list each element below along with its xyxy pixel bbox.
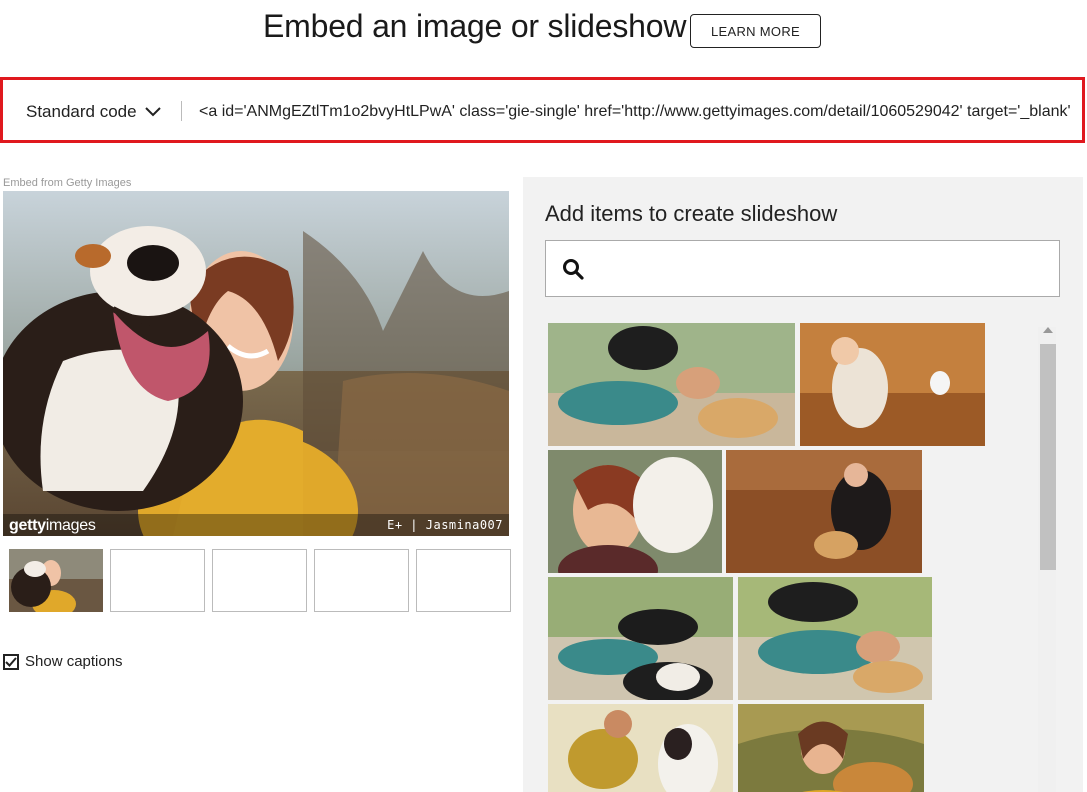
- photo-credit: E+ | Jasmina007: [387, 518, 503, 532]
- result-image[interactable]: [548, 450, 722, 573]
- slideshow-slot-4[interactable]: [314, 549, 409, 612]
- result-photo: [738, 577, 932, 700]
- dog-and-woman-photo: [3, 191, 509, 536]
- result-photo: [738, 704, 924, 792]
- result-photo: [726, 450, 922, 573]
- embed-code-text[interactable]: <a id='ANMgEZtlTm1o2bvyHtLPwA' class='gi…: [199, 103, 1071, 121]
- result-image[interactable]: [726, 450, 922, 573]
- embed-from-label: Embed from Getty Images: [3, 177, 132, 189]
- embed-preview-image: gettyimages E+ | Jasmina007: [3, 191, 509, 536]
- code-type-label: Standard code: [26, 102, 137, 121]
- code-bar-divider: [181, 101, 182, 121]
- slideshow-slot-1[interactable]: [9, 549, 103, 612]
- result-photo: [548, 323, 795, 446]
- result-image[interactable]: [548, 323, 795, 446]
- slideshow-slot-2[interactable]: [110, 549, 205, 612]
- slideshow-slot-5[interactable]: [416, 549, 511, 612]
- slot-thumbnail-image: [9, 549, 103, 612]
- result-photo: [548, 704, 733, 792]
- result-image[interactable]: [548, 704, 733, 792]
- search-icon: [563, 259, 584, 280]
- checkmark-icon: [5, 656, 17, 667]
- slideshow-panel: Add items to create slideshow: [523, 177, 1083, 792]
- scrollbar-thumb[interactable]: [1040, 344, 1056, 570]
- result-image[interactable]: [738, 704, 924, 792]
- result-image[interactable]: [800, 323, 985, 446]
- scroll-up-arrow-icon[interactable]: [1043, 327, 1053, 333]
- page-title: Embed an image or slideshow: [263, 8, 687, 44]
- chevron-down-icon: [144, 107, 161, 117]
- result-image[interactable]: [738, 577, 932, 700]
- result-image[interactable]: [548, 577, 733, 700]
- show-captions-label: Show captions: [25, 653, 123, 670]
- slideshow-slot-3[interactable]: [212, 549, 307, 612]
- show-captions-checkbox[interactable]: Show captions: [3, 653, 123, 670]
- result-photo: [800, 323, 985, 446]
- slideshow-panel-title: Add items to create slideshow: [545, 201, 838, 226]
- checkbox-box[interactable]: [3, 653, 19, 670]
- getty-images-logo: gettyimages: [9, 517, 96, 534]
- slideshow-thumbnail-strip: [9, 549, 511, 612]
- learn-more-button[interactable]: LEARN MORE: [690, 14, 821, 48]
- code-type-dropdown[interactable]: Standard code: [26, 102, 161, 122]
- result-photo: [548, 450, 722, 573]
- result-photo: [548, 577, 733, 700]
- embed-code-bar: Standard code <a id='ANMgEZtlTm1o2bvyHtL…: [0, 77, 1085, 143]
- slideshow-search-field[interactable]: [545, 240, 1060, 297]
